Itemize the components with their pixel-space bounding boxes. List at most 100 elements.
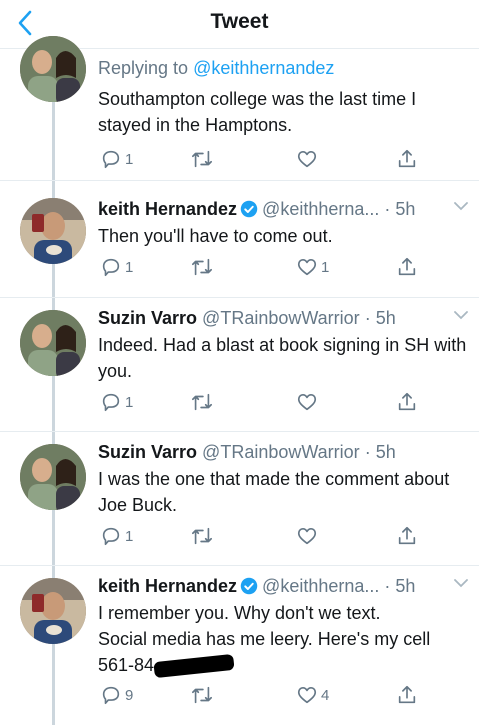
tweet-text: Then you'll have to come out. — [98, 226, 333, 246]
retweet-button[interactable] — [190, 254, 217, 280]
like-button[interactable]: 4 — [296, 682, 329, 708]
tweet-actions: 1 — [98, 146, 428, 172]
heart-icon — [297, 687, 317, 704]
reply-count: 9 — [125, 686, 134, 704]
tweet-text: Indeed. Had a blast at book signing in S… — [98, 335, 467, 381]
avatar-photo — [20, 310, 86, 376]
avatar[interactable] — [20, 198, 86, 264]
avatar[interactable] — [20, 578, 86, 644]
reply-button[interactable]: 1 — [100, 254, 133, 280]
retweet-icon — [192, 150, 212, 168]
share-button[interactable] — [396, 146, 418, 172]
avatar[interactable] — [20, 444, 86, 510]
reply-button[interactable]: 1 — [100, 146, 133, 172]
tweet-actions: 9 4 — [98, 682, 428, 708]
share-icon — [398, 257, 416, 276]
share-icon — [398, 149, 416, 168]
user-handle[interactable]: @keithherna... — [262, 199, 379, 219]
reply-button[interactable]: 1 — [100, 389, 133, 415]
reply-icon — [102, 686, 120, 705]
user-handle[interactable]: @TRainbowWarrior — [202, 308, 360, 328]
share-icon — [398, 685, 416, 704]
redaction-scribble — [153, 653, 235, 679]
reply-icon — [102, 527, 120, 546]
tweet-text-line: Social media has me leery. Here's my cel… — [98, 629, 431, 649]
replying-to: Replying to @keithhernandez — [98, 56, 468, 80]
reply-button[interactable]: 9 — [100, 682, 133, 708]
reply-icon — [102, 258, 120, 277]
tweet-actions: 1 — [98, 523, 428, 549]
tweet-text: I remember you. Why don't we text. Socia… — [98, 600, 468, 679]
share-icon — [398, 392, 416, 411]
share-icon — [398, 526, 416, 545]
share-button[interactable] — [396, 254, 418, 280]
tweet-item[interactable]: keith Hernandez @keithherna... · 5h I rem… — [0, 566, 479, 725]
chevron-down-icon[interactable] — [454, 578, 468, 588]
reply-icon — [102, 393, 120, 412]
tweet-timestamp: · 5h — [364, 442, 396, 462]
share-button[interactable] — [396, 682, 418, 708]
tweet-item[interactable]: Suzin Varro @TRainbowWarrior · 5h Indeed… — [0, 298, 479, 432]
share-button[interactable] — [396, 389, 418, 415]
chevron-down-icon[interactable] — [454, 310, 468, 320]
avatar[interactable] — [20, 310, 86, 376]
chevron-down-icon[interactable] — [454, 201, 468, 211]
replying-to-label: Replying to — [98, 58, 194, 78]
tweet-item[interactable]: keith Hernandez @keithherna... · 5h Then … — [0, 181, 479, 298]
share-button[interactable] — [396, 523, 418, 549]
heart-icon — [297, 259, 317, 276]
display-name[interactable]: Suzin Varro — [98, 308, 197, 328]
reply-count: 1 — [125, 258, 134, 276]
retweet-button[interactable] — [190, 389, 217, 415]
display-name[interactable]: keith Hernandez — [98, 199, 237, 219]
like-button[interactable]: 1 — [296, 254, 329, 280]
user-handle[interactable]: @keithherna... — [262, 576, 379, 596]
display-name[interactable]: keith Hernandez — [98, 576, 237, 596]
verified-badge-icon — [240, 200, 258, 218]
retweet-icon — [192, 686, 212, 704]
reply-count: 1 — [125, 527, 134, 545]
reply-icon — [102, 150, 120, 169]
heart-icon — [297, 151, 317, 168]
tweet-item[interactable]: Suzin Varro @TRainbowWarrior · 5h I was … — [0, 432, 479, 566]
tweet-actions: 1 — [98, 389, 428, 415]
retweet-button[interactable] — [190, 523, 217, 549]
like-count: 1 — [321, 258, 330, 276]
display-name[interactable]: Suzin Varro — [98, 442, 197, 462]
tweet-header: keith Hernandez @keithherna... · 5h — [98, 574, 468, 598]
heart-icon — [297, 394, 317, 411]
tweet-header: Suzin Varro @TRainbowWarrior · 5h — [98, 440, 468, 464]
heart-icon — [297, 528, 317, 545]
like-button[interactable] — [296, 523, 321, 549]
tweet-text-line: 561-84 — [98, 655, 155, 675]
retweet-button[interactable] — [190, 682, 217, 708]
retweet-icon — [192, 527, 212, 545]
tweet-timestamp: · 5h — [364, 308, 396, 328]
verified-badge-icon — [240, 577, 258, 595]
tweet-text: Southampton college was the last time I … — [98, 89, 417, 135]
tweet-timestamp: · 5h — [384, 199, 416, 219]
reply-count: 1 — [125, 393, 134, 411]
retweet-icon — [192, 258, 212, 276]
replying-to-handle-link[interactable]: @keithhernandez — [193, 58, 334, 78]
like-button[interactable] — [296, 146, 321, 172]
like-button[interactable] — [296, 389, 321, 415]
avatar-photo — [20, 578, 86, 644]
avatar[interactable] — [20, 36, 86, 102]
avatar-photo — [20, 444, 86, 510]
tweet-text: I was the one that made the comment abou… — [98, 469, 450, 515]
tweet-text-line: I remember you. Why don't we text. — [98, 603, 381, 623]
tweet-timestamp: · 5h — [384, 576, 416, 596]
avatar-photo — [20, 198, 86, 264]
avatar-photo — [20, 36, 86, 102]
user-handle[interactable]: @TRainbowWarrior — [202, 442, 360, 462]
like-count: 4 — [321, 686, 330, 704]
retweet-button[interactable] — [190, 146, 217, 172]
tweet-header: Suzin Varro @TRainbowWarrior · 5h — [98, 306, 468, 330]
reply-button[interactable]: 1 — [100, 523, 133, 549]
tweet-header: keith Hernandez @keithherna... · 5h — [98, 197, 468, 221]
tweet-item[interactable]: Replying to @keithhernandez Southampton … — [0, 36, 479, 181]
retweet-icon — [192, 393, 212, 411]
reply-count: 1 — [125, 150, 134, 168]
tweet-actions: 1 1 — [98, 254, 428, 280]
